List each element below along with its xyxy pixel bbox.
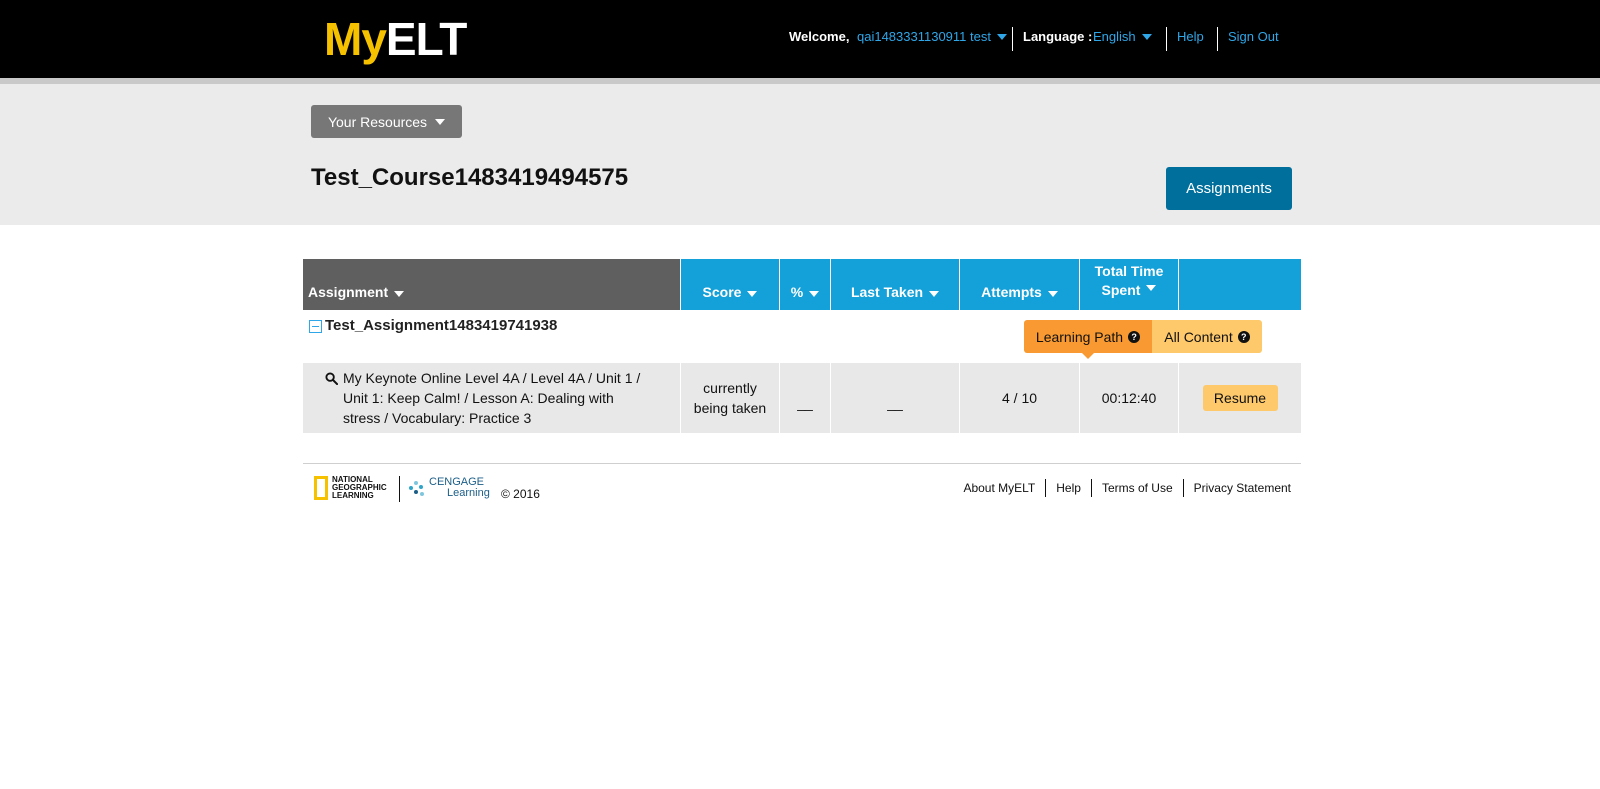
- yellow-border-icon: [314, 476, 328, 500]
- column-header-percent[interactable]: %: [780, 259, 831, 310]
- help-circle-icon[interactable]: ?: [1237, 330, 1250, 343]
- your-resources-button[interactable]: Your Resources: [311, 105, 462, 138]
- column-header-last-taken[interactable]: Last Taken: [831, 259, 960, 310]
- footer-links: About MyELT Help Terms of Use Privacy St…: [953, 479, 1291, 497]
- cell-action: Resume: [1179, 363, 1301, 433]
- logo-divider: [399, 476, 400, 502]
- column-header-label: Assignment: [308, 284, 389, 300]
- privacy-statement-link[interactable]: Privacy Statement: [1182, 479, 1291, 497]
- column-header-action: [1179, 259, 1301, 310]
- all-content-button[interactable]: All Content ?: [1152, 320, 1262, 353]
- language-label: Language :: [1023, 29, 1093, 44]
- cell-score: currently being taken: [681, 363, 780, 433]
- header-divider: [1217, 27, 1218, 51]
- help-link[interactable]: Help: [1177, 29, 1204, 44]
- column-header-total-time[interactable]: Total Time Spent: [1080, 259, 1179, 310]
- sign-out-link[interactable]: Sign Out: [1228, 29, 1279, 44]
- assignment-group: Test_Assignment1483419741938 Learning Pa…: [303, 310, 1301, 363]
- user-menu[interactable]: qai1483331130911 test: [857, 29, 1007, 44]
- cell-last-taken: __: [831, 363, 960, 433]
- language-value: English: [1093, 29, 1136, 44]
- top-header: MyELT Welcome, qai1483331130911 test Lan…: [0, 0, 1600, 78]
- assignment-group-title: Test_Assignment1483419741938: [325, 317, 558, 334]
- logo-elt: ELT: [385, 13, 467, 65]
- chevron-down-icon: [435, 118, 446, 125]
- cengage-learning-logo: CENGAGE Learning: [409, 477, 490, 499]
- chevron-down-icon: [929, 291, 940, 297]
- assignment-path: My Keynote Online Level 4A / Level 4A / …: [343, 370, 641, 426]
- footer-help-link[interactable]: Help: [1045, 479, 1091, 497]
- column-header-assignment[interactable]: Assignment: [303, 259, 681, 310]
- chevron-down-icon: [1047, 291, 1058, 297]
- chevron-down-icon: [809, 291, 820, 297]
- chevron-down-icon: [394, 291, 405, 297]
- header-divider: [1166, 27, 1167, 51]
- cell-attempts: 4 / 10: [960, 363, 1080, 433]
- assignments-table: Assignment Score % Last Taken Attempts T…: [303, 259, 1301, 433]
- column-header-label: Score: [702, 284, 742, 300]
- search-icon[interactable]: [325, 372, 338, 385]
- ngl-wordmark: NATIONAL GEOGRAPHIC LEARNING: [332, 476, 387, 500]
- chevron-down-icon: [996, 33, 1007, 40]
- ngl-line: LEARNING: [332, 491, 374, 500]
- cengage-mark-icon: [409, 479, 425, 497]
- cengage-wordmark: CENGAGE Learning: [429, 477, 490, 499]
- terms-of-use-link[interactable]: Terms of Use: [1090, 479, 1183, 497]
- myelt-logo[interactable]: MyELT: [324, 13, 467, 65]
- course-band: Your Resources Test_Course1483419494575 …: [0, 84, 1600, 225]
- logo-my: My: [324, 13, 387, 65]
- about-myelt-link[interactable]: About MyELT: [953, 479, 1045, 497]
- language-selector[interactable]: English: [1093, 29, 1152, 44]
- column-header-label: Attempts: [981, 284, 1042, 300]
- assignments-button[interactable]: Assignments: [1166, 167, 1292, 210]
- cell-percent: __: [780, 363, 831, 433]
- cell-total-time: 00:12:40: [1080, 363, 1179, 433]
- page-title: Test_Course1483419494575: [311, 164, 629, 191]
- help-circle-icon[interactable]: ?: [1128, 330, 1141, 343]
- column-header-label: Last Taken: [850, 284, 924, 300]
- resume-button[interactable]: Resume: [1202, 385, 1278, 411]
- column-header-label: Spent: [1101, 281, 1141, 298]
- cengage-line: Learning: [447, 487, 490, 499]
- learning-path-button[interactable]: Learning Path ?: [1024, 320, 1152, 359]
- chevron-down-icon: [1146, 284, 1157, 291]
- header-divider: [1012, 27, 1013, 51]
- column-header-label: %: [790, 284, 804, 300]
- table-header: Assignment Score % Last Taken Attempts T…: [303, 259, 1301, 310]
- column-header-attempts[interactable]: Attempts: [960, 259, 1080, 310]
- all-content-label: All Content: [1164, 328, 1233, 345]
- cell-assignment: My Keynote Online Level 4A / Level 4A / …: [303, 363, 681, 433]
- national-geographic-learning-logo: NATIONAL GEOGRAPHIC LEARNING: [314, 476, 387, 500]
- chevron-down-icon: [747, 291, 758, 297]
- footer-divider: [303, 463, 1301, 464]
- column-header-label: Total Time: [1094, 262, 1164, 279]
- table-row: My Keynote Online Level 4A / Level 4A / …: [303, 363, 1301, 433]
- collapse-icon[interactable]: [309, 320, 322, 333]
- view-toggle: Learning Path ? All Content ?: [1024, 320, 1262, 359]
- copyright: © 2016: [501, 487, 540, 501]
- learning-path-label: Learning Path: [1035, 328, 1124, 345]
- chevron-down-icon: [1141, 33, 1152, 40]
- your-resources-label: Your Resources: [327, 113, 428, 130]
- column-header-score[interactable]: Score: [681, 259, 780, 310]
- username-text: qai1483331130911 test: [857, 29, 991, 44]
- welcome-label: Welcome,: [789, 29, 850, 44]
